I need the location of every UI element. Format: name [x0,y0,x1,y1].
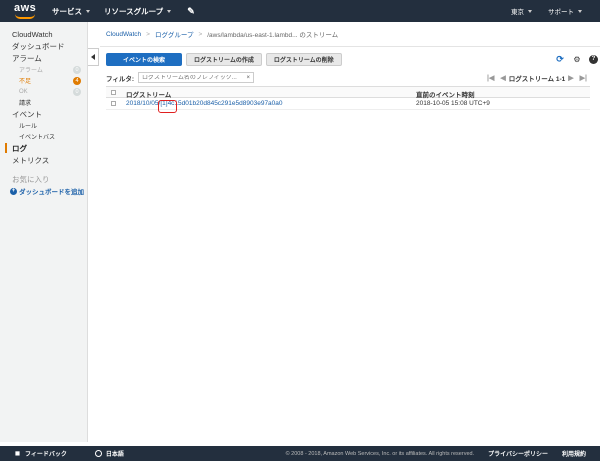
insufficient-count-badge: 4 [73,77,81,85]
sidebar-item-rules[interactable]: ルール [0,120,87,131]
sidebar-favorites-heading: お気に入り [12,174,50,184]
breadcrumb-current: /aws/lambda/us-east-1.lambd... のストリーム [207,32,339,39]
table-header: ログストリーム 直前のイベント時刻 [106,87,590,99]
filter-label: フィルタ: [106,75,135,83]
copyright-text: © 2008 - 2018, Amazon Web Services, Inc.… [285,450,475,457]
toolbar: イベントの検索 ログストリームの作成 ログストリームの削除 [106,53,346,66]
terms-of-use-link[interactable]: 利用規約 [562,449,586,458]
speech-bubble-icon: ◼ [15,451,20,457]
first-page-icon[interactable]: |◀ [487,74,494,82]
top-navigation: aws サービス リソースグループ ✎ 東京 サポート [0,0,600,22]
globe-icon [94,450,102,457]
aws-logo[interactable]: aws [12,0,52,22]
log-stream-prefix-input[interactable] [142,74,247,81]
chevron-down-icon [167,9,172,13]
region-menu[interactable]: 東京 [511,6,532,16]
search-events-button[interactable]: イベントの検索 [106,53,182,66]
breadcrumb-log-groups[interactable]: ロググループ [155,29,193,39]
sidebar-item-alarm-state[interactable]: アラーム 0 [0,64,87,75]
create-log-stream-button[interactable]: ログストリームの作成 [186,53,262,66]
row-checkbox[interactable] [111,101,116,106]
last-event-time: 2018-10-05 15:08 UTC+9 [416,100,490,107]
sidebar-item-insufficient[interactable]: 不足 4 [0,75,87,86]
alarm-count-badge: 0 [73,66,81,74]
sidebar-item-billing[interactable]: 請求 [0,97,87,108]
next-page-icon[interactable]: ▶ [568,74,573,82]
delete-log-stream-button[interactable]: ログストリームの削除 [265,53,342,66]
plus-circle-icon: + [10,187,17,195]
chevron-down-icon [86,9,90,13]
breadcrumb: CloudWatch > ロググループ > /aws/lambda/us-eas… [106,29,339,40]
collapse-sidebar-button[interactable] [88,48,99,66]
pagination: |◀ ◀ ログストリーム 1-1 ▶ ▶| [484,73,590,83]
privacy-policy-link[interactable]: プライバシーポリシー [488,449,548,458]
sidebar-item-metrics[interactable]: メトリクス [0,154,87,166]
log-streams-table: ログストリーム 直前のイベント時刻 2018/10/05/[1]4c15d01b… [106,86,590,110]
footer: ◼ フィードバック 日本語 © 2008 - 2018, Amazon Web … [0,446,600,461]
add-dashboard-link[interactable]: + ダッシュボードを追加 [0,185,87,197]
breadcrumb-separator-icon: > [198,30,203,38]
nav-right-group: 東京 サポート [511,6,582,16]
sidebar-item-dashboards[interactable]: ダッシュボード [0,40,87,52]
sidebar: CloudWatch ダッシュボード アラーム アラーム 0 不足 4 OK 0… [0,22,88,442]
previous-page-icon[interactable]: ◀ [500,74,505,82]
pin-icon: ✎ [187,5,195,16]
help-icon[interactable]: ? [589,54,598,64]
chevron-down-icon [578,9,582,13]
triangle-left-icon [91,54,95,60]
support-menu[interactable]: サポート [548,6,582,16]
language-selector[interactable]: 日本語 [81,449,124,458]
filter-input-box[interactable]: × [138,72,255,83]
highlight-annotation-box [158,100,177,113]
refresh-icon[interactable]: ⟳ [555,54,565,64]
ok-count-badge: 0 [73,88,81,96]
pager-range: ログストリーム 1-1 [508,75,566,83]
log-stream-link[interactable]: 2018/10/05/[1]4c15d01b20d845c291e5d8903e… [126,100,283,107]
sidebar-item-cloudwatch[interactable]: CloudWatch [0,28,87,40]
sidebar-item-logs[interactable]: ログ [0,142,87,154]
feedback-link[interactable]: ◼ フィードバック [14,449,67,458]
filter-bar: フィルタ: × |◀ ◀ ログストリーム 1-1 ▶ ▶| [106,70,590,85]
pin-button[interactable]: ✎ [185,6,195,17]
breadcrumb-cloudwatch[interactable]: CloudWatch [106,31,141,38]
main-content: CloudWatch > ロググループ > /aws/lambda/us-eas… [100,22,600,442]
select-all-checkbox[interactable] [111,89,116,95]
gear-icon[interactable]: ⚙ [572,54,582,64]
aws-smile-icon [15,14,35,19]
resource-groups-menu[interactable]: リソースグループ [104,6,172,17]
services-menu[interactable]: サービス [52,6,90,17]
toolbar-icons: ⟳ ⚙ ? [548,54,598,64]
sidebar-item-events[interactable]: イベント [0,108,87,120]
sidebar-item-event-bus[interactable]: イベントバス [0,131,87,142]
breadcrumb-divider [100,46,600,47]
breadcrumb-separator-icon: > [146,30,150,38]
sidebar-item-alarms[interactable]: アラーム [0,52,87,64]
last-page-icon[interactable]: ▶| [580,74,587,82]
sidebar-item-ok[interactable]: OK 0 [0,86,87,97]
table-row: 2018/10/05/[1]4c15d01b20d845c291e5d8903e… [106,98,590,110]
chevron-down-icon [528,9,532,13]
clear-filter-icon[interactable]: × [247,75,251,81]
